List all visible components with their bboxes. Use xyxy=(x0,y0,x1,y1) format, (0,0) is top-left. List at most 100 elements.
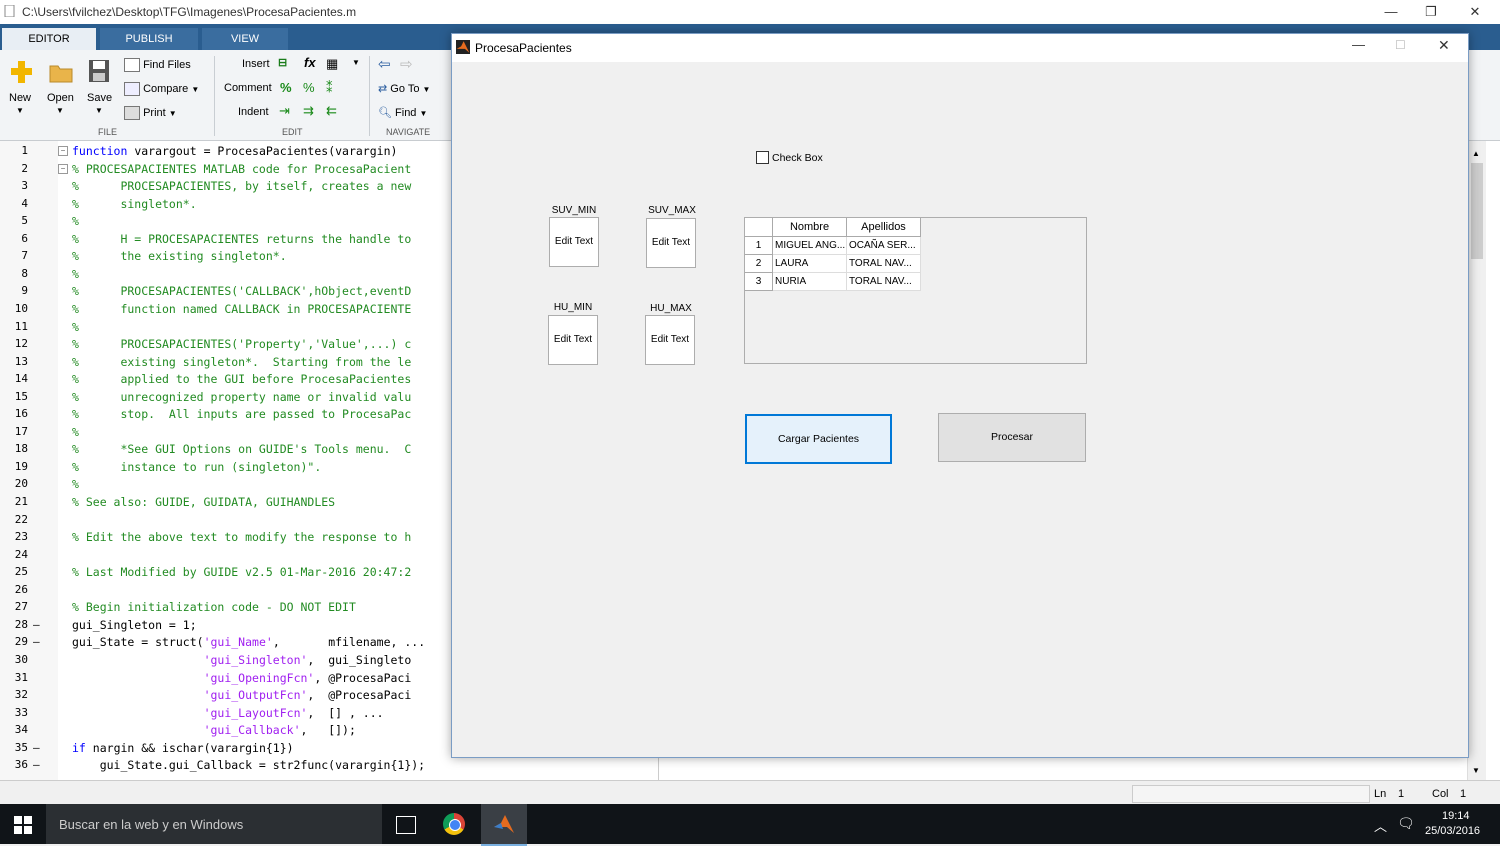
save-dropdown-icon[interactable]: ▼ xyxy=(95,106,103,115)
taskbar-matlab-app[interactable] xyxy=(481,804,527,846)
code-line[interactable]: % PROCESAPACIENTES('Property','Value',..… xyxy=(72,337,411,351)
table-cell-apellidos[interactable]: OCAÑA SER... xyxy=(847,237,921,255)
table-cell-nombre[interactable]: NURIA xyxy=(773,273,847,291)
insert-section-icon[interactable]: ⊟ xyxy=(278,56,287,69)
smart-indent-icon[interactable]: ⇥ xyxy=(279,103,290,119)
compare-button[interactable]: Compare ▼ xyxy=(124,82,199,96)
table-cell-nombre[interactable]: LAURA xyxy=(773,255,847,273)
table-cell-nombre[interactable]: MIGUEL ANG... xyxy=(773,237,847,255)
go-to-button[interactable]: ⇄ Go To ▼ xyxy=(378,82,430,95)
code-line[interactable]: 'gui_Callback', []); xyxy=(72,723,356,737)
fold-toggle-icon[interactable]: − xyxy=(58,163,68,174)
new-button[interactable]: New xyxy=(9,92,31,104)
code-line[interactable]: % xyxy=(72,425,79,439)
breakpoint-marker[interactable]: — xyxy=(33,741,40,754)
open-folder-icon[interactable] xyxy=(48,60,74,84)
code-line[interactable]: % H = PROCESAPACIENTES returns the handl… xyxy=(72,232,411,246)
scroll-down-icon[interactable]: ▼ xyxy=(1472,766,1480,775)
wrap-comment-icon[interactable]: ⁑ xyxy=(326,80,333,96)
code-line[interactable]: % unrecognized property name or invalid … xyxy=(72,390,411,404)
table-header-apellidos[interactable]: Apellidos xyxy=(847,218,921,237)
scroll-up-icon[interactable]: ▲ xyxy=(1472,149,1480,158)
back-arrow-icon[interactable]: ⇦ xyxy=(378,55,391,73)
table-header-nombre[interactable]: Nombre xyxy=(773,218,847,237)
figure-close-button[interactable]: ✕ xyxy=(1438,37,1450,54)
tab-view[interactable]: VIEW xyxy=(202,28,288,50)
insert-dropdown-icon[interactable]: ▼ xyxy=(352,58,360,67)
figure-maximize-button[interactable]: ☐ xyxy=(1395,38,1406,52)
code-line[interactable]: % See also: GUIDE, GUIDATA, GUIHANDLES xyxy=(72,495,335,509)
code-line[interactable]: % xyxy=(72,267,79,281)
open-dropdown-icon[interactable]: ▼ xyxy=(56,106,64,115)
code-line[interactable]: % function named CALLBACK in PROCESAPACI… xyxy=(72,302,411,316)
code-line[interactable]: % PROCESAPACIENTES('CALLBACK',hObject,ev… xyxy=(72,284,411,298)
procesar-button[interactable]: Procesar xyxy=(938,413,1086,462)
task-view-icon[interactable] xyxy=(396,816,416,834)
code-line[interactable]: % Edit the above text to modify the resp… xyxy=(72,530,411,544)
code-line[interactable]: if nargin && ischar(varargin{1}) xyxy=(72,741,294,755)
code-line[interactable]: gui_State = struct('gui_Name', mfilename… xyxy=(72,635,425,649)
code-line[interactable]: % applied to the GUI before ProcesaPacie… xyxy=(72,372,411,386)
uncomment-icon[interactable]: % xyxy=(303,80,315,95)
code-line[interactable]: % PROCESAPACIENTES, by itself, creates a… xyxy=(72,179,411,193)
insert-button[interactable]: Insert xyxy=(242,58,270,70)
hu-min-edit[interactable]: Edit Text xyxy=(548,315,598,365)
table-cell-apellidos[interactable]: TORAL NAV... xyxy=(847,255,921,273)
comment-percent-icon[interactable]: % xyxy=(280,80,292,95)
vertical-scrollbar[interactable]: ▲ ▼ xyxy=(1467,141,1486,780)
code-line[interactable]: % xyxy=(72,477,79,491)
code-line[interactable]: gui_State.gui_Callback = str2func(vararg… xyxy=(72,758,425,772)
increase-indent-icon[interactable]: ⇉ xyxy=(303,103,314,119)
code-line[interactable]: % *See GUI Options on GUIDE's Tools menu… xyxy=(72,442,411,456)
suv-min-edit[interactable]: Edit Text xyxy=(549,217,599,267)
breakpoint-marker[interactable]: — xyxy=(33,635,40,648)
decrease-indent-icon[interactable]: ⇇ xyxy=(326,103,337,119)
code-line[interactable]: gui_Singleton = 1; xyxy=(72,618,197,632)
code-line[interactable]: % instance to run (singleton)". xyxy=(72,460,321,474)
table-cell-apellidos[interactable]: TORAL NAV... xyxy=(847,273,921,291)
code-line[interactable]: % xyxy=(72,214,79,228)
chevron-up-icon[interactable]: ︿ xyxy=(1374,816,1387,835)
forward-arrow-icon[interactable]: ⇨ xyxy=(400,55,413,73)
print-button[interactable]: Print ▼ xyxy=(124,106,177,120)
code-line[interactable]: 'gui_OutputFcn', @ProcesaPaci xyxy=(72,688,412,702)
open-button[interactable]: Open xyxy=(47,92,74,104)
code-line[interactable]: % existing singleton*. Starting from the… xyxy=(72,355,411,369)
taskbar-search-box[interactable]: Buscar en la web y en Windows xyxy=(46,804,382,844)
notification-icon[interactable]: 🗨︎ xyxy=(1397,815,1415,832)
new-icon[interactable] xyxy=(8,58,36,86)
breakpoint-marker[interactable]: — xyxy=(33,758,40,771)
tab-editor[interactable]: EDITOR xyxy=(2,28,96,50)
find-files-button[interactable]: Find Files xyxy=(124,58,191,72)
close-button[interactable]: ✕ xyxy=(1452,0,1498,24)
new-dropdown-icon[interactable]: ▼ xyxy=(16,106,24,115)
code-line[interactable]: % Last Modified by GUIDE v2.5 01-Mar-201… xyxy=(72,565,411,579)
save-disk-icon[interactable] xyxy=(87,58,111,84)
chrome-icon[interactable] xyxy=(443,813,465,835)
checkbox[interactable] xyxy=(756,151,769,164)
scroll-thumb[interactable] xyxy=(1471,163,1483,259)
code-line[interactable]: 'gui_Singleton', gui_Singleto xyxy=(72,653,412,667)
hu-max-edit[interactable]: Edit Text xyxy=(645,315,695,365)
figure-minimize-button[interactable]: — xyxy=(1352,37,1365,52)
fold-toggle-icon[interactable]: − xyxy=(58,146,68,156)
comment-button[interactable]: Comment xyxy=(224,82,272,94)
code-line[interactable]: function varargout = ProcesaPacientes(va… xyxy=(72,144,397,158)
indent-button[interactable]: Indent xyxy=(238,106,269,118)
breakpoint-marker[interactable]: — xyxy=(33,618,40,631)
save-button[interactable]: Save xyxy=(87,92,112,104)
code-line[interactable]: % PROCESAPACIENTES MATLAB code for Proce… xyxy=(72,162,411,176)
code-line[interactable]: % xyxy=(72,320,79,334)
code-line[interactable]: % Begin initialization code - DO NOT EDI… xyxy=(72,600,356,614)
tab-publish[interactable]: PUBLISH xyxy=(100,28,198,50)
code-line[interactable]: 'gui_OpeningFcn', @ProcesaPaci xyxy=(72,671,412,685)
suv-max-edit[interactable]: Edit Text xyxy=(646,218,696,268)
code-line[interactable]: % the existing singleton*. xyxy=(72,249,287,263)
code-line[interactable]: 'gui_LayoutFcn', [] , ... xyxy=(72,706,384,720)
insert-function-icon[interactable]: ▦ xyxy=(326,56,338,72)
restore-button[interactable]: ❐ xyxy=(1408,0,1454,24)
code-line[interactable]: % stop. All inputs are passed to Procesa… xyxy=(72,407,411,421)
fx-icon[interactable]: fx xyxy=(304,55,316,70)
windows-start-icon[interactable] xyxy=(14,816,32,834)
code-line[interactable]: % singleton*. xyxy=(72,197,197,211)
